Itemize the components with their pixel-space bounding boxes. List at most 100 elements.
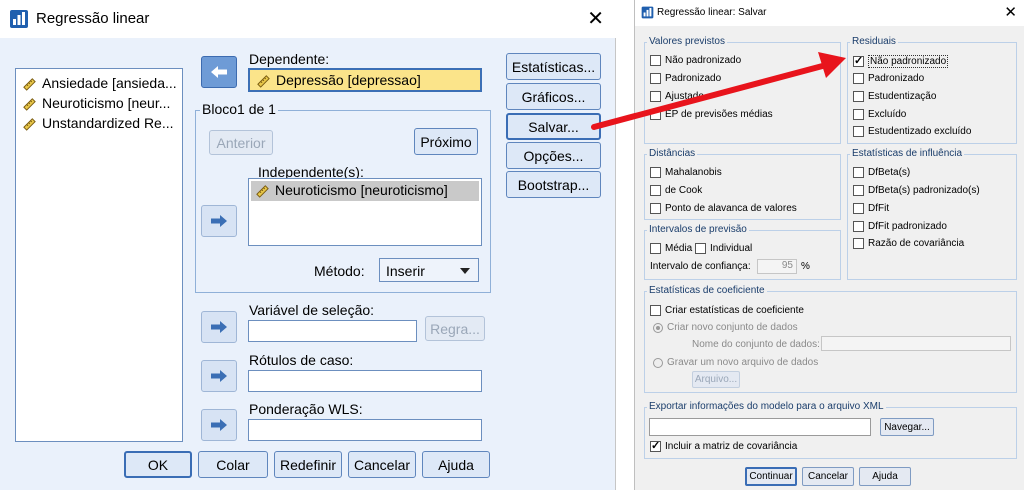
checkbox[interactable]: [853, 185, 864, 196]
help-button[interactable]: Ajuda: [422, 451, 490, 478]
ok-button[interactable]: OK: [124, 451, 192, 478]
list-item[interactable]: Neuroticismo [neuroticismo]: [251, 181, 479, 201]
cooks-checkbox[interactable]: de Cook: [650, 185, 702, 196]
dataset-name-input[interactable]: [821, 336, 1011, 351]
checkbox[interactable]: [650, 243, 661, 254]
checkbox[interactable]: [650, 167, 661, 178]
checkbox-label: Ponto de alavanca de valores: [665, 203, 797, 214]
checkbox[interactable]: [853, 238, 864, 249]
file-button[interactable]: Arquivo...: [692, 371, 740, 388]
plots-button[interactable]: Gráficos...: [506, 83, 601, 110]
checkbox[interactable]: [853, 126, 864, 137]
save-button[interactable]: Salvar...: [506, 113, 601, 140]
case-labels-field[interactable]: [248, 370, 482, 392]
radio-button[interactable]: [653, 357, 663, 368]
residual-standardized-checkbox[interactable]: Padronizado: [853, 73, 924, 84]
browse-button[interactable]: Navegar...: [880, 418, 934, 436]
checkbox-label: DfFit padronizado: [868, 221, 947, 232]
selection-variable-field[interactable]: [248, 320, 417, 342]
checkbox-label: DfBeta(s) padronizado(s): [868, 185, 980, 196]
method-dropdown[interactable]: Inserir: [379, 258, 479, 282]
checkbox[interactable]: [853, 221, 864, 232]
include-covariance-checkbox[interactable]: Incluir a matriz de covariância: [650, 439, 797, 452]
list-item[interactable]: Ansiedade [ansieda...: [22, 73, 177, 93]
move-wls-button[interactable]: [201, 409, 237, 441]
influence-title: Estatísticas de influência: [850, 148, 965, 159]
create-coefficient-stats-checkbox[interactable]: Criar estatísticas de coeficiente: [650, 305, 804, 316]
statistics-button[interactable]: Estatísticas...: [506, 53, 601, 80]
checkbox-checked[interactable]: [650, 439, 661, 452]
arrow-right-icon: [211, 370, 227, 382]
checkbox[interactable]: [853, 167, 864, 178]
checkbox[interactable]: [853, 109, 864, 120]
checkbox[interactable]: [650, 109, 661, 120]
predicted-se-checkbox[interactable]: EP de previsões médias: [650, 109, 773, 120]
options-button[interactable]: Opções...: [506, 142, 601, 169]
list-item[interactable]: Unstandardized Re...: [22, 113, 174, 133]
reset-button[interactable]: Redefinir: [274, 451, 342, 478]
dialog-title: Regressão linear: [36, 10, 150, 27]
move-dependent-button[interactable]: [201, 56, 237, 88]
dfbeta-checkbox[interactable]: DfBeta(s): [853, 167, 910, 178]
rule-button[interactable]: Regra...: [425, 316, 485, 341]
dependent-field[interactable]: Depressão [depressao]: [248, 68, 482, 92]
checkbox[interactable]: [650, 55, 661, 66]
scale-variable-icon: [23, 97, 36, 111]
predicted-unstandardized-checkbox[interactable]: Não padronizado: [650, 55, 741, 66]
residual-deleted-checkbox[interactable]: Excluído: [853, 109, 906, 120]
checkbox[interactable]: [650, 305, 661, 316]
list-item[interactable]: Neuroticismo [neur...: [22, 93, 170, 113]
close-icon[interactable]: ✕: [1004, 3, 1017, 21]
move-selection-button[interactable]: [201, 311, 237, 343]
individual-interval-checkbox[interactable]: Individual: [695, 243, 752, 254]
spss-app-icon: [10, 10, 28, 28]
move-case-labels-button[interactable]: [201, 360, 237, 392]
spss-app-icon: [641, 6, 654, 19]
prediction-intervals-group: [644, 230, 841, 280]
cancel-button[interactable]: Cancelar: [802, 467, 854, 486]
mahalanobis-checkbox[interactable]: Mahalanobis: [650, 167, 722, 178]
independent-list[interactable]: Neuroticismo [neuroticismo]: [248, 178, 482, 246]
continue-button[interactable]: Continuar: [745, 467, 797, 486]
wls-weight-field[interactable]: [248, 419, 482, 441]
new-dataset-radio[interactable]: Criar novo conjunto de dados: [653, 322, 798, 333]
residual-studentized-deleted-checkbox[interactable]: Estudentizado excluído: [853, 126, 971, 137]
radio-button[interactable]: [653, 322, 663, 333]
move-independent-button[interactable]: [201, 205, 237, 237]
cancel-button[interactable]: Cancelar: [348, 451, 416, 478]
selection-variable-label: Variável de seleção:: [249, 302, 375, 318]
checkbox-label: Ajustado: [665, 91, 704, 102]
checkbox-label: Individual: [710, 243, 753, 254]
bootstrap-button[interactable]: Bootstrap...: [506, 171, 601, 198]
leverage-checkbox[interactable]: Ponto de alavanca de valores: [650, 203, 797, 214]
xml-file-input[interactable]: [649, 418, 871, 436]
checkbox[interactable]: [853, 203, 864, 214]
next-block-button[interactable]: Próximo: [414, 128, 478, 155]
checkbox[interactable]: [650, 185, 661, 196]
write-file-radio[interactable]: Gravar um novo arquivo de dados: [653, 357, 818, 368]
checkbox[interactable]: [853, 91, 864, 102]
checkbox[interactable]: [650, 73, 661, 84]
predicted-standardized-checkbox[interactable]: Padronizado: [650, 73, 721, 84]
residual-studentized-checkbox[interactable]: Estudentização: [853, 91, 936, 102]
dffit-checkbox[interactable]: DfFit: [853, 203, 889, 214]
previous-block-button[interactable]: Anterior: [209, 130, 273, 155]
wls-weight-label: Ponderação WLS:: [249, 401, 363, 417]
close-icon[interactable]: ✕: [587, 6, 604, 31]
standardized-dfbeta-checkbox[interactable]: DfBeta(s) padronizado(s): [853, 185, 980, 196]
paste-button[interactable]: Colar: [198, 451, 268, 478]
residual-unstandardized-checkbox[interactable]: Não padronizado: [853, 54, 949, 68]
checkbox-label: Não padronizado: [665, 55, 742, 66]
confidence-interval-input[interactable]: 95: [757, 259, 797, 274]
help-button[interactable]: Ajuda: [859, 467, 911, 486]
mean-interval-checkbox[interactable]: Média: [650, 243, 692, 254]
predicted-adjusted-checkbox[interactable]: Ajustado: [650, 91, 704, 102]
checkbox[interactable]: [695, 243, 706, 254]
checkbox[interactable]: [650, 91, 661, 102]
checkbox[interactable]: [853, 73, 864, 84]
variable-list[interactable]: Ansiedade [ansieda... Neuroticismo [neur…: [15, 68, 183, 442]
checkbox-checked[interactable]: [853, 54, 864, 67]
standardized-dffit-checkbox[interactable]: DfFit padronizado: [853, 221, 947, 232]
checkbox[interactable]: [650, 203, 661, 214]
covariance-ratio-checkbox[interactable]: Razão de covariância: [853, 238, 964, 249]
